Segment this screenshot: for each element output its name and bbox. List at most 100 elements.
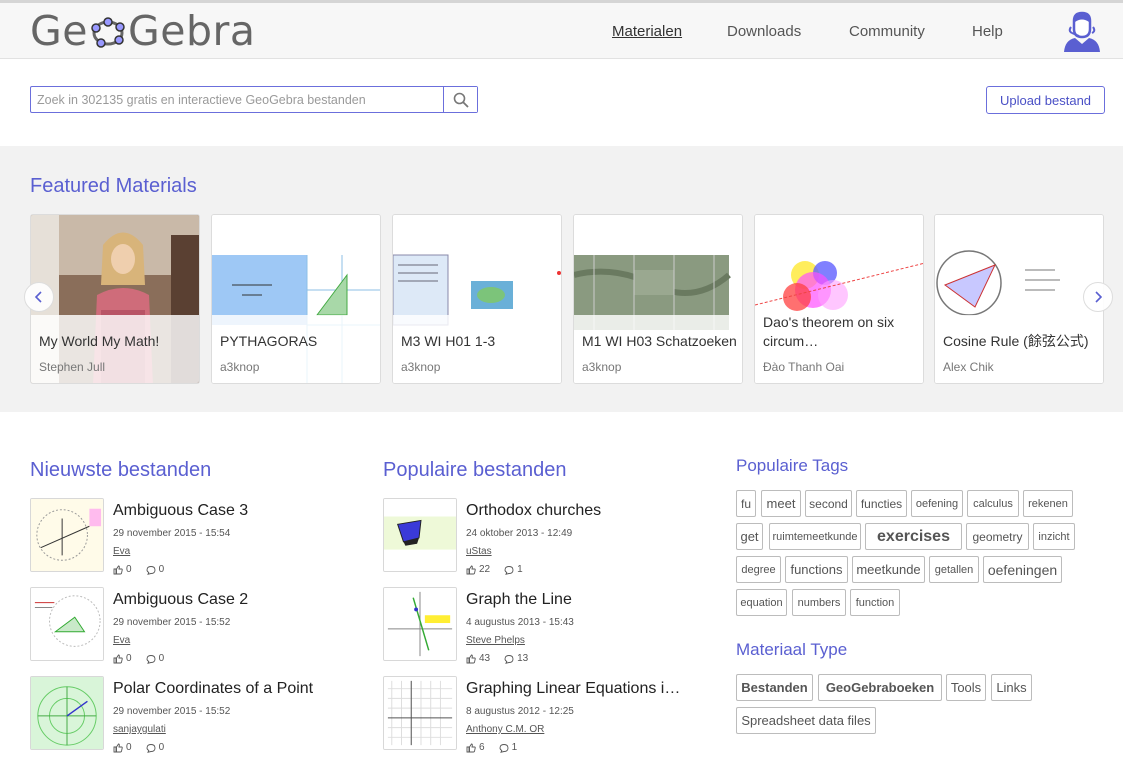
item-stats: 43 13 xyxy=(466,653,528,664)
tag[interactable]: calculus xyxy=(967,490,1019,517)
tag[interactable]: numbers xyxy=(792,589,846,616)
item-comments: 13 xyxy=(517,653,529,664)
tag[interactable]: function xyxy=(850,589,900,616)
item-likes: 43 xyxy=(479,653,491,664)
featured-card[interactable]: PYTHAGORAS a3knop xyxy=(211,214,381,384)
item-title[interactable]: Graphing Linear Equations i… xyxy=(466,680,680,698)
comment-icon xyxy=(146,565,156,575)
card-title: My World My Math! xyxy=(39,333,160,349)
tag[interactable]: geometry xyxy=(966,523,1029,550)
item-title[interactable]: Polar Coordinates of a Point xyxy=(113,680,313,698)
tag[interactable]: functions xyxy=(785,556,848,583)
item-thumbnail xyxy=(30,676,104,750)
item-date: 29 november 2015 - 15:52 xyxy=(113,617,231,628)
item-title[interactable]: Orthodox churches xyxy=(466,502,601,520)
item-thumbnail xyxy=(383,498,457,572)
featured-card[interactable]: Cosine Rule (餘弦公式) Alex Chik xyxy=(934,214,1104,384)
carousel-next-button[interactable] xyxy=(1083,282,1113,312)
item-stats: 22 1 xyxy=(466,564,523,575)
featured-card[interactable]: Dao's theorem on six circum… Đào Thanh O… xyxy=(754,214,924,384)
tag[interactable]: ruimtemeetkunde xyxy=(769,523,861,550)
thumbs-up-icon xyxy=(113,743,123,752)
featured-card[interactable]: M1 WI H03 Schatzoeken a3knop xyxy=(573,214,743,384)
material-type-bestanden[interactable]: Bestanden xyxy=(736,674,813,701)
tag[interactable]: rekenen xyxy=(1023,490,1073,517)
list-item[interactable]: Orthodox churches 24 oktober 2013 - 12:4… xyxy=(383,498,713,575)
carousel-prev-button[interactable] xyxy=(24,282,54,312)
item-stats: 0 0 xyxy=(113,742,164,753)
card-author: Alex Chik xyxy=(943,360,994,374)
item-author[interactable]: Eva xyxy=(113,546,130,557)
nav-materialen[interactable]: Materialen xyxy=(612,23,682,40)
item-date: 29 november 2015 - 15:54 xyxy=(113,528,231,539)
thumbs-up-icon xyxy=(466,565,476,574)
list-item[interactable]: Polar Coordinates of a Point 29 november… xyxy=(30,676,360,753)
header: Ge Gebra Materialen Downloads Community … xyxy=(0,3,1123,59)
featured-title: Featured Materials xyxy=(30,175,197,197)
tag[interactable]: equation xyxy=(736,589,787,616)
item-date: 8 augustus 2012 - 12:25 xyxy=(466,706,574,717)
card-title: M3 WI H01 1-3 xyxy=(401,333,496,349)
featured-card[interactable]: My World My Math! Stephen Jull xyxy=(30,214,200,384)
item-author[interactable]: Steve Phelps xyxy=(466,635,525,646)
tag[interactable]: inzicht xyxy=(1033,523,1075,550)
card-author: a3knop xyxy=(582,360,622,374)
tag[interactable]: functies xyxy=(856,490,907,517)
geogebra-logo[interactable]: Ge Gebra xyxy=(30,7,256,55)
featured-card[interactable]: M3 WI H01 1-3 a3knop xyxy=(392,214,562,384)
list-item[interactable]: Ambiguous Case 2 29 november 2015 - 15:5… xyxy=(30,587,360,664)
item-title[interactable]: Ambiguous Case 2 xyxy=(113,591,248,609)
material-type-tools[interactable]: Tools xyxy=(946,674,986,701)
nav-community[interactable]: Community xyxy=(849,23,925,40)
card-title: Cosine Rule (餘弦公式) xyxy=(943,333,1089,349)
search-box xyxy=(30,86,478,113)
list-item[interactable]: Graphing Linear Equations i… 8 augustus … xyxy=(383,676,713,753)
tag[interactable]: oefeningen xyxy=(983,556,1062,583)
item-author[interactable]: sanjaygulati xyxy=(113,724,166,735)
search-input[interactable] xyxy=(31,87,443,112)
tag[interactable]: oefening xyxy=(911,490,963,517)
newest-title: Nieuwste bestanden xyxy=(30,459,212,481)
tag[interactable]: fu xyxy=(736,490,756,517)
comment-icon xyxy=(146,743,156,753)
logo-ring-icon xyxy=(91,17,125,48)
tag[interactable]: exercises xyxy=(865,523,962,550)
list-item[interactable]: Graph the Line 4 augustus 2013 - 15:43 S… xyxy=(383,587,713,664)
item-date: 29 november 2015 - 15:52 xyxy=(113,706,231,717)
tag[interactable]: getallen xyxy=(929,556,979,583)
card-title: M1 WI H03 Schatzoeken xyxy=(582,333,737,349)
card-author: Stephen Jull xyxy=(39,360,106,374)
user-avatar-icon[interactable] xyxy=(1062,11,1102,53)
material-type-spreadsheet[interactable]: Spreadsheet data files xyxy=(736,707,876,734)
nav-downloads[interactable]: Downloads xyxy=(727,23,801,40)
tags-title: Populaire Tags xyxy=(736,456,849,475)
tag[interactable]: degree xyxy=(736,556,781,583)
comment-icon xyxy=(146,654,156,664)
tag[interactable]: meet xyxy=(761,490,801,517)
comment-icon xyxy=(504,565,514,575)
material-type-links[interactable]: Links xyxy=(991,674,1032,701)
item-likes: 22 xyxy=(479,564,491,575)
card-author: Đào Thanh Oai xyxy=(763,360,845,374)
item-title[interactable]: Ambiguous Case 3 xyxy=(113,502,248,520)
nav-help[interactable]: Help xyxy=(972,23,1003,40)
thumbs-up-icon xyxy=(113,654,123,663)
item-likes: 0 xyxy=(126,564,132,575)
logo-text-b: Gebra xyxy=(128,7,256,55)
item-author[interactable]: Anthony C.M. OR xyxy=(466,724,544,735)
material-type-geogebraboeken[interactable]: GeoGebraboeken xyxy=(818,674,942,701)
tag[interactable]: meetkunde xyxy=(852,556,925,583)
tag[interactable]: get xyxy=(736,523,763,550)
logo-text-a: Ge xyxy=(30,7,88,55)
material-type-title: Materiaal Type xyxy=(736,640,848,659)
list-item[interactable]: Ambiguous Case 3 29 november 2015 - 15:5… xyxy=(30,498,360,575)
item-stats: 0 0 xyxy=(113,653,164,664)
tag[interactable]: second xyxy=(805,490,852,517)
item-author[interactable]: Eva xyxy=(113,635,130,646)
item-likes: 6 xyxy=(479,742,485,753)
item-title[interactable]: Graph the Line xyxy=(466,591,572,609)
search-button[interactable] xyxy=(443,87,477,112)
item-author[interactable]: uStas xyxy=(466,546,492,557)
chevron-left-icon xyxy=(34,291,42,303)
upload-button[interactable]: Upload bestand xyxy=(986,86,1105,114)
